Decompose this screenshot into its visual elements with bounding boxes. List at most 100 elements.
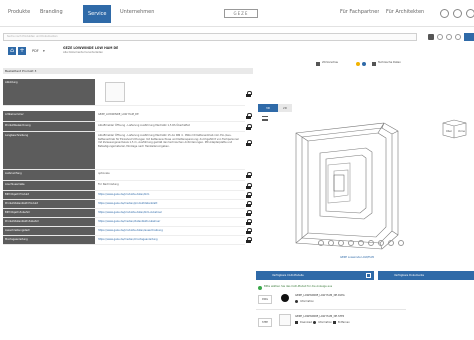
- row-label-lieferumfang: Lieferumfang: [3, 170, 95, 181]
- rotate-icon[interactable]: [318, 240, 324, 246]
- row-label-ausschreibung: Ausschreibungstext: [3, 227, 95, 236]
- measure-icon[interactable]: [368, 240, 374, 246]
- dwg-file-icon: [281, 294, 289, 302]
- pan-icon[interactable]: [338, 240, 344, 246]
- lock-icon: [246, 228, 252, 234]
- row-label-bim-zubehoer: BIM Objekt Zubehör: [3, 209, 95, 218]
- dwg-info-link[interactable]: Information: [300, 300, 314, 303]
- lock-icon: [246, 201, 252, 207]
- status-dot-blue: [362, 62, 366, 66]
- chevron-down-icon[interactable]: ▾: [43, 49, 45, 53]
- settings-icon[interactable]: [466, 9, 474, 18]
- lock-icon: [246, 210, 252, 216]
- section-icon[interactable]: [358, 240, 364, 246]
- row-link-montageanleitung[interactable]: https://www.geze.de/medien/montageanleit…: [95, 236, 245, 245]
- step-file-title[interactable]: GEZE_LOWWINDE_LOW HAM_DE.STEP: [295, 315, 344, 318]
- tab-2d[interactable]: 2D: [278, 104, 292, 112]
- row-label-bim-produkt: BIM Objekt Produkt: [3, 191, 95, 200]
- row-link-datenblatt-produkt[interactable]: https://www.geze.de/medien/produktdatenb…: [95, 200, 245, 209]
- viewer-controls: [318, 238, 412, 249]
- export-icon[interactable]: [455, 34, 461, 40]
- fullscreen-icon[interactable]: [398, 240, 404, 246]
- documents-title: Verfügbare Dokumente: [394, 274, 425, 277]
- row-label-abbildung: Abbildung: [3, 79, 95, 106]
- share-icon[interactable]: [446, 34, 452, 40]
- search-input[interactable]: Suche nach Produkten und Dokumenten: [3, 33, 417, 41]
- preview-label[interactable]: 2D-Vorschau: [322, 61, 338, 64]
- nav-item-branding[interactable]: Branding: [40, 9, 63, 15]
- row-value-anschlussmasse: Für Nachrüstung: [95, 181, 245, 191]
- viewer-footer-link[interactable]: GEZE Lowwinde LOW/HAM: [340, 256, 374, 259]
- row-value-produktbezeichnung: Abluftmelder Öffnung - Lieferung Ausführ…: [95, 122, 245, 132]
- nav-link-fachpartner[interactable]: Für Fachpartner: [340, 9, 379, 15]
- menu-icon[interactable]: [262, 116, 268, 121]
- row-label-datenblatt-zubehoer: Produktdatenblatt Zubehör: [3, 218, 95, 227]
- account-icon[interactable]: [440, 9, 449, 18]
- info-icon: [295, 300, 298, 303]
- lock-icon: [246, 237, 252, 243]
- lock-icon: [246, 183, 252, 189]
- step-remove-link[interactable]: Entfernen: [338, 321, 350, 324]
- fit-icon[interactable]: [348, 240, 354, 246]
- dwg-code-badge: DWG: [258, 295, 272, 304]
- nav-item-unternehmen[interactable]: Unternehmen: [120, 9, 154, 15]
- product-thumbnail[interactable]: [105, 82, 125, 102]
- success-icon: [258, 286, 262, 290]
- row-label-datenblatt-produkt: Produktdatenblatt Produkt: [3, 200, 95, 209]
- home-button[interactable]: ⌂: [8, 47, 16, 55]
- row-link-datenblatt-zubehoer[interactable]: https://www.geze.de/medien/datenblatt-zu…: [95, 218, 245, 227]
- help-icon[interactable]: [437, 34, 443, 40]
- row-label-produktbezeichnung: Produktbezeichnung: [3, 122, 95, 132]
- product-meta: Alle Dokumente herunterladen: [63, 51, 103, 54]
- window-3d-model[interactable]: [290, 115, 405, 255]
- delete-icon: [333, 321, 336, 324]
- row-label-langbeschreibung: Langbeschreibung: [3, 132, 95, 170]
- viewcube-label-oben: Oben: [446, 130, 453, 133]
- dwg-file-title[interactable]: GEZE_LOWWINDE_LOW HAM_DE.DWG: [295, 294, 345, 297]
- product-title: GEZE LOWWINDE LOW HAM DE: [63, 46, 119, 50]
- zoom-icon[interactable]: [328, 240, 334, 246]
- tech-data-label[interactable]: Technische Daten: [378, 61, 401, 64]
- search-button[interactable]: [464, 33, 474, 41]
- lock-icon: [246, 91, 252, 97]
- row-link-ausschreibung[interactable]: https://www.geze.de/produkte-daten/aussc…: [95, 227, 245, 236]
- divider: [256, 309, 406, 310]
- step-code-badge: STEP: [258, 318, 272, 327]
- row-link-bim-zubehoer[interactable]: https://www.geze.de/produkte-daten/bim-z…: [95, 209, 245, 218]
- table-header: Bestelltext Produkt 3: [3, 68, 253, 74]
- list-icon[interactable]: [366, 273, 371, 278]
- lock-icon: [246, 219, 252, 225]
- download-icon: [295, 321, 298, 324]
- layers-icon[interactable]: [378, 240, 384, 246]
- user-icon[interactable]: [453, 9, 462, 18]
- data-icon: [372, 62, 376, 66]
- tab-3d[interactable]: 3D: [258, 104, 278, 112]
- row-link-bim-produkt[interactable]: https://www.geze.de/produkte-daten/bim: [95, 191, 245, 200]
- nav-item-service[interactable]: Service: [83, 5, 112, 23]
- cad-models-title: Verfügbare CAD-Modelle: [272, 274, 304, 277]
- nav-item-produkte[interactable]: Produkte: [8, 9, 30, 15]
- step-info-link[interactable]: Information: [318, 321, 332, 324]
- documents-header: Verfügbare Dokumente: [378, 271, 474, 280]
- brand-logo[interactable]: GEZE: [224, 9, 258, 18]
- viewcube-label-vorne: Vorne: [458, 130, 465, 133]
- lock-icon: [246, 192, 252, 198]
- row-label-montageanleitung: Montageanleitung: [3, 236, 95, 245]
- top-navigation: Produkte Branding Service Unternehmen GE…: [0, 0, 474, 27]
- row-value-abbildung: [95, 79, 245, 106]
- lock-icon: [246, 172, 252, 178]
- lock-icon: [246, 113, 252, 119]
- row-value-lieferumfang: optionale: [95, 170, 245, 181]
- row-value-artikelnummer: GEZE_LOWWINDE_LOW HAM_DE: [95, 111, 245, 122]
- row-label-anschlussmasse: Anschlussmaße: [3, 181, 95, 191]
- print-icon[interactable]: [428, 34, 434, 40]
- step-download-link[interactable]: Download: [300, 321, 312, 324]
- add-button[interactable]: +: [18, 47, 26, 55]
- notice-text: Bitte wählen Sie das CAD-Modell für die …: [264, 285, 333, 288]
- cad-models-header: Verfügbare CAD-Modelle: [256, 271, 374, 280]
- nav-link-architekten[interactable]: Für Architekten: [386, 9, 424, 15]
- pdf-dropdown[interactable]: PDF: [32, 49, 39, 53]
- lock-icon: [246, 124, 252, 130]
- settings-icon[interactable]: [388, 240, 394, 246]
- viewcube-icon[interactable]: [440, 118, 470, 140]
